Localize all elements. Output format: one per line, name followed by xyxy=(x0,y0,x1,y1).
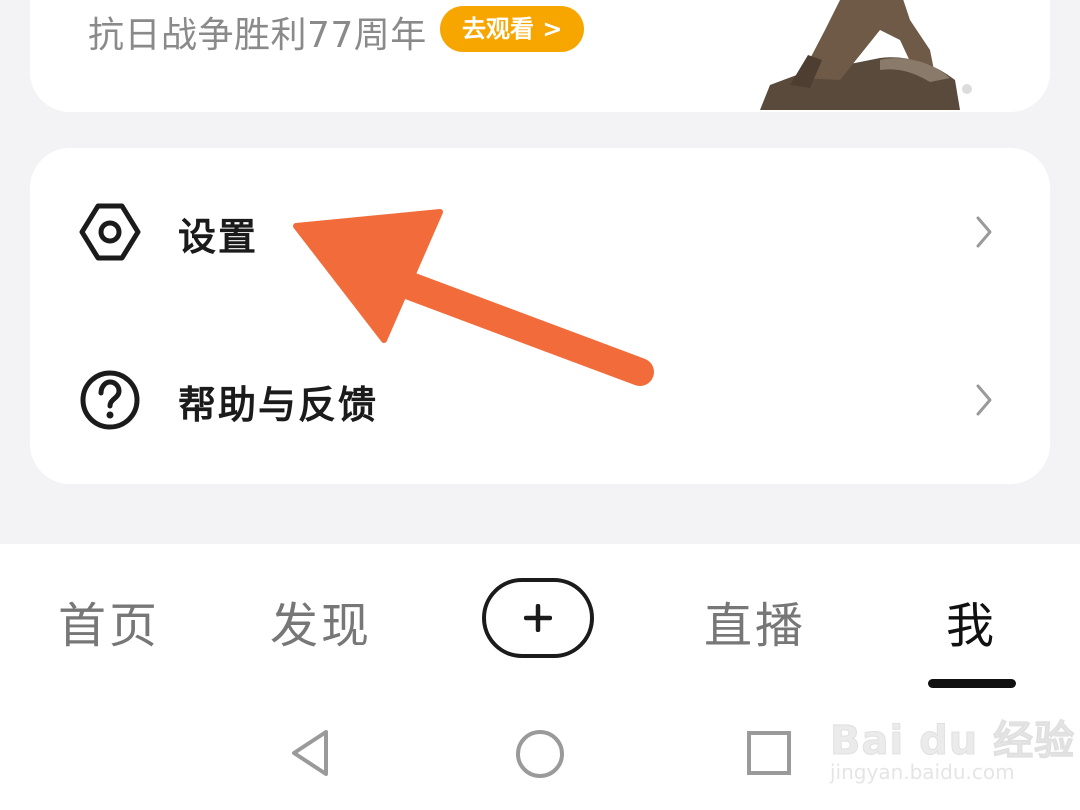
tab-me[interactable]: 我 xyxy=(946,586,997,656)
carousel-dot xyxy=(962,84,972,94)
watch-button[interactable]: 去观看 > xyxy=(440,6,585,52)
menu-card: 设置 帮助与反馈 xyxy=(30,148,1050,484)
question-circle-icon xyxy=(80,370,140,430)
hexagon-gear-icon xyxy=(79,203,141,261)
banner-card[interactable]: 抗日战争胜利77周年 去观看 > xyxy=(30,0,1050,112)
recents-icon[interactable] xyxy=(746,730,792,776)
menu-item-settings[interactable]: 设置 xyxy=(30,158,1050,308)
menu-item-help-feedback[interactable]: 帮助与反馈 xyxy=(30,326,1050,476)
create-post-button[interactable] xyxy=(482,578,594,658)
menu-item-label: 设置 xyxy=(178,215,259,259)
chevron-right-icon xyxy=(976,384,992,416)
tab-live[interactable]: 直播 xyxy=(704,586,806,656)
home-icon[interactable] xyxy=(514,728,566,780)
tab-home[interactable]: 首页 xyxy=(58,586,160,656)
chevron-right-icon xyxy=(976,216,992,248)
statue-image xyxy=(760,0,960,110)
back-icon[interactable] xyxy=(288,728,332,778)
menu-item-label: 帮助与反馈 xyxy=(178,383,379,427)
bottom-tab-bar: 首页 发现 直播 我 xyxy=(0,544,1080,810)
active-tab-indicator xyxy=(928,679,1016,688)
tab-discover[interactable]: 发现 xyxy=(270,586,372,656)
banner-title: 抗日战争胜利77周年 xyxy=(88,15,427,56)
plus-icon xyxy=(524,604,552,632)
